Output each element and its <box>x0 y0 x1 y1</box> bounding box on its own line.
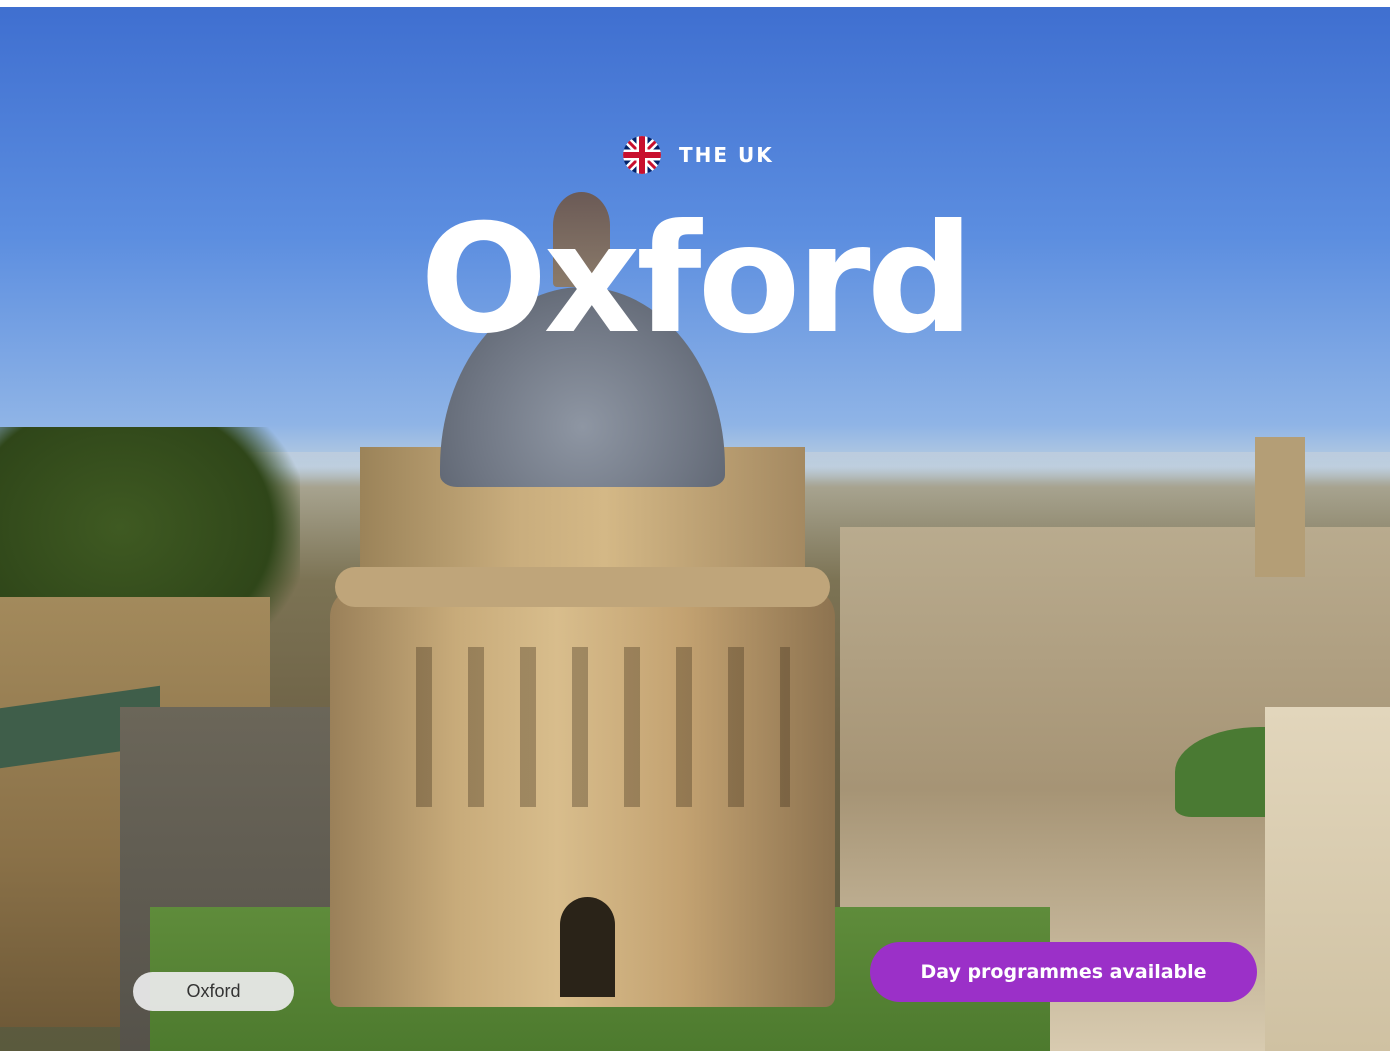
location-tag[interactable]: Oxford <box>133 972 294 1011</box>
uk-flag-icon <box>623 136 661 174</box>
city-title: Oxford <box>420 193 974 367</box>
day-programmes-button[interactable]: Day programmes available <box>870 942 1257 1002</box>
country-label-group: THE UK <box>623 136 774 174</box>
gothic-gatehouse <box>1265 707 1390 1051</box>
entrance-arch <box>560 897 615 997</box>
country-name: THE UK <box>679 143 774 167</box>
college-tower <box>1255 437 1305 577</box>
rotunda-balustrade <box>335 567 830 607</box>
rotunda-columns <box>380 647 790 807</box>
